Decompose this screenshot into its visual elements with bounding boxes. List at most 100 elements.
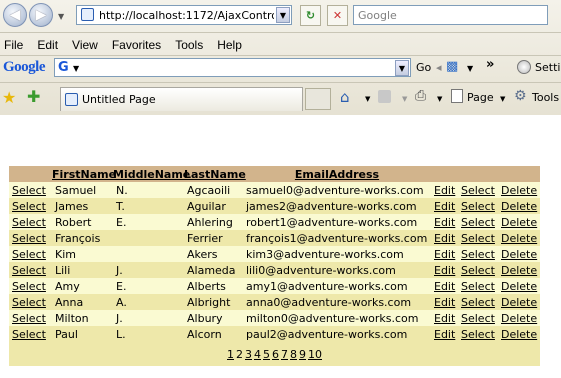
tab-untitled-page[interactable]: Untitled Page xyxy=(60,87,303,111)
select-link[interactable]: Select xyxy=(9,262,52,278)
menu-help[interactable]: Help xyxy=(217,38,242,52)
stop-button[interactable]: ✕ xyxy=(327,5,348,26)
search-input[interactable]: Google xyxy=(353,5,548,25)
edit-link[interactable]: Edit xyxy=(431,310,458,326)
settings-icon[interactable] xyxy=(517,60,531,74)
settings-label[interactable]: Settin xyxy=(535,61,561,74)
delete-link[interactable]: Delete xyxy=(498,198,540,214)
select-link[interactable]: Select xyxy=(9,182,52,198)
toolbar-buttons-icon[interactable]: ▩ xyxy=(446,59,458,74)
forward-button[interactable]: ▶ xyxy=(29,3,53,27)
select-link[interactable]: Select xyxy=(9,294,52,310)
feeds-icon[interactable] xyxy=(378,90,391,103)
select-link[interactable]: Select xyxy=(458,326,498,342)
chevron-down-icon[interactable]: ▼ xyxy=(73,64,79,73)
chevron-down-icon[interactable]: ▼ xyxy=(467,64,473,73)
google-g-icon: G xyxy=(58,60,69,75)
menu-favorites[interactable]: Favorites xyxy=(112,38,161,52)
delete-link[interactable]: Delete xyxy=(498,326,540,342)
google-logo: Google xyxy=(3,59,46,75)
delete-link[interactable]: Delete xyxy=(498,294,540,310)
pager-page-6[interactable]: 6 xyxy=(272,348,279,361)
delete-link[interactable]: Delete xyxy=(498,230,540,246)
select-link[interactable]: Select xyxy=(9,326,52,342)
column-header-lastname[interactable]: LastName xyxy=(184,166,246,182)
menu-tools[interactable]: Tools xyxy=(175,38,203,52)
pager-page-1[interactable]: 1 xyxy=(227,348,234,361)
select-link[interactable]: Select xyxy=(458,310,498,326)
header-row: FirstName MiddleName LastName EmailAddre… xyxy=(9,166,540,182)
edit-link[interactable]: Edit xyxy=(431,182,458,198)
select-link[interactable]: Select xyxy=(458,262,498,278)
pager-page-10[interactable]: 10 xyxy=(308,348,322,361)
middle-name-cell: J. xyxy=(113,310,184,326)
divider xyxy=(0,32,561,33)
page-menu-icon[interactable] xyxy=(451,89,463,103)
select-link[interactable]: Select xyxy=(458,182,498,198)
edit-link[interactable]: Edit xyxy=(431,262,458,278)
pager-page-3[interactable]: 3 xyxy=(245,348,252,361)
home-icon[interactable]: ⌂ xyxy=(340,88,350,106)
address-bar[interactable]: http://localhost:1172/AjaxControlToo ▼ xyxy=(76,5,292,25)
edit-link[interactable]: Edit xyxy=(431,246,458,262)
nav-arrows-icon[interactable]: ◂ xyxy=(436,61,442,74)
new-tab-button[interactable] xyxy=(305,88,331,110)
select-link[interactable]: Select xyxy=(9,198,52,214)
select-link[interactable]: Select xyxy=(458,230,498,246)
refresh-button[interactable]: ↻ xyxy=(300,5,321,26)
chevron-down-icon[interactable]: ▼ xyxy=(402,95,407,103)
edit-link[interactable]: Edit xyxy=(431,294,458,310)
select-link[interactable]: Select xyxy=(9,278,52,294)
chevron-down-icon[interactable]: ▼ xyxy=(365,95,370,103)
history-dropdown-icon[interactable]: ▼ xyxy=(58,12,64,21)
select-link[interactable]: Select xyxy=(458,214,498,230)
delete-link[interactable]: Delete xyxy=(498,262,540,278)
delete-link[interactable]: Delete xyxy=(498,182,540,198)
chevron-down-icon[interactable]: ▼ xyxy=(500,95,505,103)
email-cell: milton0@adventure-works.com xyxy=(243,310,431,326)
email-cell: amy1@adventure-works.com xyxy=(243,278,431,294)
select-link[interactable]: Select xyxy=(9,230,52,246)
column-header-emailaddress[interactable]: EmailAddress xyxy=(243,166,431,182)
pager-page-5[interactable]: 5 xyxy=(263,348,270,361)
delete-link[interactable]: Delete xyxy=(498,278,540,294)
page-icon xyxy=(65,93,78,106)
edit-link[interactable]: Edit xyxy=(431,214,458,230)
favorites-star-icon[interactable]: ★ xyxy=(2,88,16,107)
pager-page-8[interactable]: 8 xyxy=(290,348,297,361)
pager-page-7[interactable]: 7 xyxy=(281,348,288,361)
select-link[interactable]: Select xyxy=(9,310,52,326)
edit-link[interactable]: Edit xyxy=(431,326,458,342)
menu-file[interactable]: File xyxy=(4,38,23,52)
back-button[interactable]: ◀ xyxy=(3,3,27,27)
delete-link[interactable]: Delete xyxy=(498,214,540,230)
delete-link[interactable]: Delete xyxy=(498,310,540,326)
google-dropdown-icon[interactable]: ▼ xyxy=(395,60,409,76)
pager-page-4[interactable]: 4 xyxy=(254,348,261,361)
select-link[interactable]: Select xyxy=(458,278,498,294)
select-link[interactable]: Select xyxy=(458,294,498,310)
menu-view[interactable]: View xyxy=(72,38,98,52)
print-icon[interactable]: ⎙ xyxy=(415,88,426,104)
menu-edit[interactable]: Edit xyxy=(37,38,58,52)
google-search-input[interactable]: G ▼ ▼ xyxy=(54,58,411,77)
chevron-down-icon[interactable]: ▼ xyxy=(437,95,442,103)
select-link[interactable]: Select xyxy=(9,246,52,262)
tools-gear-icon[interactable]: ⚙ xyxy=(514,88,527,104)
edit-link[interactable]: Edit xyxy=(431,278,458,294)
edit-link[interactable]: Edit xyxy=(431,230,458,246)
column-header-firstname[interactable]: FirstName xyxy=(52,166,116,182)
select-link[interactable]: Select xyxy=(458,198,498,214)
add-favorite-icon[interactable]: ✚ xyxy=(27,87,40,106)
address-dropdown-icon[interactable]: ▼ xyxy=(276,7,290,23)
pager-page-9[interactable]: 9 xyxy=(299,348,306,361)
select-link[interactable]: Select xyxy=(9,214,52,230)
select-link[interactable]: Select xyxy=(458,246,498,262)
go-button[interactable]: Go xyxy=(416,61,431,74)
more-chevron-icon[interactable]: » xyxy=(486,57,494,72)
page-menu-label[interactable]: Page xyxy=(467,91,494,104)
column-header-middlename[interactable]: MiddleName xyxy=(113,166,190,182)
edit-link[interactable]: Edit xyxy=(431,198,458,214)
delete-link[interactable]: Delete xyxy=(498,246,540,262)
tools-menu-label[interactable]: Tools xyxy=(532,91,559,104)
